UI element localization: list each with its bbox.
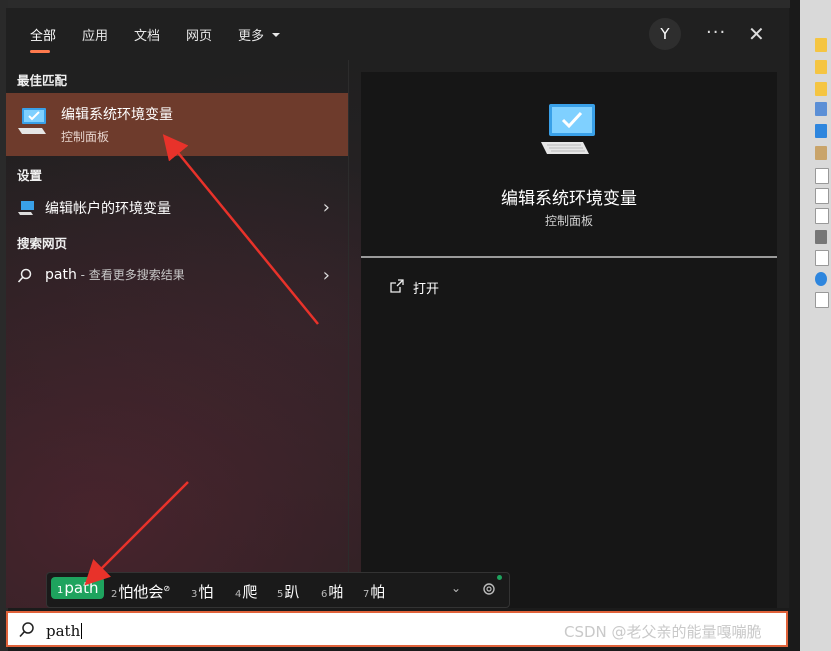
search-tabs: 全部 应用 文档 网页 更多 Y ··· ✕ [6,8,789,56]
candidate-number: 6 [321,589,328,600]
start-search-panel: 全部 应用 文档 网页 更多 Y ··· ✕ 最佳匹配 编辑系统环境变量 控制面… [6,8,789,608]
search-icon [18,621,36,643]
candidate-text: 趴 [284,583,300,601]
ime-candidate[interactable]: 5趴 [277,581,299,602]
section-web-search: 搜索网页 [17,236,68,251]
open-action[interactable]: 打开 [383,278,583,298]
candidate-number: 2 [111,589,118,600]
candidate-text: 怕他会 [118,583,164,601]
search-input-value: path [46,622,81,640]
browser-icon[interactable] [815,272,827,286]
cloud-candidate-icon: ⊘ [163,584,171,593]
candidate-text: path [64,579,99,597]
web-query: path [45,267,77,283]
result-detail-pane: 编辑系统环境变量 控制面板 打开 [361,72,777,608]
folder-icon[interactable] [815,38,827,52]
candidate-text: 帕 [370,583,386,601]
tab-documents[interactable]: 文档 [134,25,160,44]
detail-title: 编辑系统环境变量 [501,189,637,209]
best-match-subtitle: 控制面板 [61,130,110,144]
desktop-divider-strip [790,0,800,651]
monitor-check-icon [539,102,599,162]
file-icon[interactable] [815,230,827,244]
detail-divider [361,256,777,258]
results-list: 最佳匹配 编辑系统环境变量 控制面板 设置 编辑帐户的环境变量 › 搜索网页 p… [6,60,348,608]
text-caret [81,623,83,639]
candidate-number: 5 [277,589,284,600]
chevron-right-icon[interactable]: › [323,197,330,218]
document-icon[interactable] [815,102,827,116]
chevron-right-icon[interactable]: › [323,265,330,286]
web-result-suffix: - 查看更多搜索结果 [76,268,185,282]
open-action-label: 打开 [413,282,440,297]
ellipsis-icon[interactable]: ··· [706,22,726,43]
best-match-title: 编辑系统环境变量 [61,107,173,123]
chevron-down-icon[interactable]: ⌄ [451,581,461,595]
ime-candidate-bar: 1path 2怕他会⊘ 3怕 4爬 5趴 6啪 7帕 ⌄ [46,572,510,608]
desktop-file-column [790,0,831,651]
candidate-text: 爬 [242,583,258,601]
search-icon [17,268,33,288]
monitor-check-icon [16,106,50,140]
active-tab-indicator [30,50,50,53]
tab-more-label: 更多 [238,29,265,44]
monitor-icon [17,200,35,220]
file-icon[interactable] [815,292,829,308]
column-divider [348,60,349,608]
settings-result-label: 编辑帐户的环境变量 [45,201,171,217]
candidate-number: 3 [191,589,198,600]
candidate-number: 1 [57,585,64,596]
chevron-down-icon [272,33,281,37]
candidate-number: 4 [235,589,242,600]
detail-subtitle: 控制面板 [544,214,593,228]
download-arrow-icon[interactable] [815,124,827,138]
watermark: CSDN @老父亲的能量嘎嘣脆 [564,623,762,641]
ime-candidate[interactable]: 7帕 [363,581,385,602]
file-icon[interactable] [815,250,829,266]
ime-candidate[interactable]: 2怕他会⊘ [111,581,170,602]
tab-more[interactable]: 更多 [238,25,281,44]
close-icon[interactable]: ✕ [748,22,765,46]
candidate-text: 啪 [328,583,344,601]
file-icon[interactable] [815,208,829,224]
gear-icon[interactable] [481,581,497,601]
ime-candidate[interactable]: 3怕 [191,581,213,602]
avatar[interactable]: Y [649,18,681,50]
ime-candidate[interactable]: 1path [51,577,105,599]
best-match-result[interactable]: 编辑系统环境变量 控制面板 [6,93,348,156]
tab-all[interactable]: 全部 [30,25,56,44]
tab-apps[interactable]: 应用 [82,25,108,44]
section-settings: 设置 [17,168,43,183]
desktop-background-top [0,0,790,8]
folder-icon[interactable] [815,82,827,96]
section-best-match: 最佳匹配 [17,73,68,88]
web-result-label: path - 查看更多搜索结果 [45,266,185,283]
open-external-icon [389,278,405,298]
ime-candidate[interactable]: 6啪 [321,581,343,602]
ime-candidate[interactable]: 4爬 [235,581,257,602]
search-input[interactable]: path [46,622,83,640]
package-icon[interactable] [815,146,827,160]
candidate-text: 怕 [198,583,214,601]
tab-web[interactable]: 网页 [186,25,212,44]
folder-icon[interactable] [815,60,827,74]
web-result-item[interactable]: path - 查看更多搜索结果 › [6,261,348,291]
file-icon[interactable] [815,188,829,204]
settings-result-item[interactable]: 编辑帐户的环境变量 › [6,193,348,223]
candidate-number: 7 [363,589,370,600]
file-icon[interactable] [815,168,829,184]
status-dot [497,575,502,580]
